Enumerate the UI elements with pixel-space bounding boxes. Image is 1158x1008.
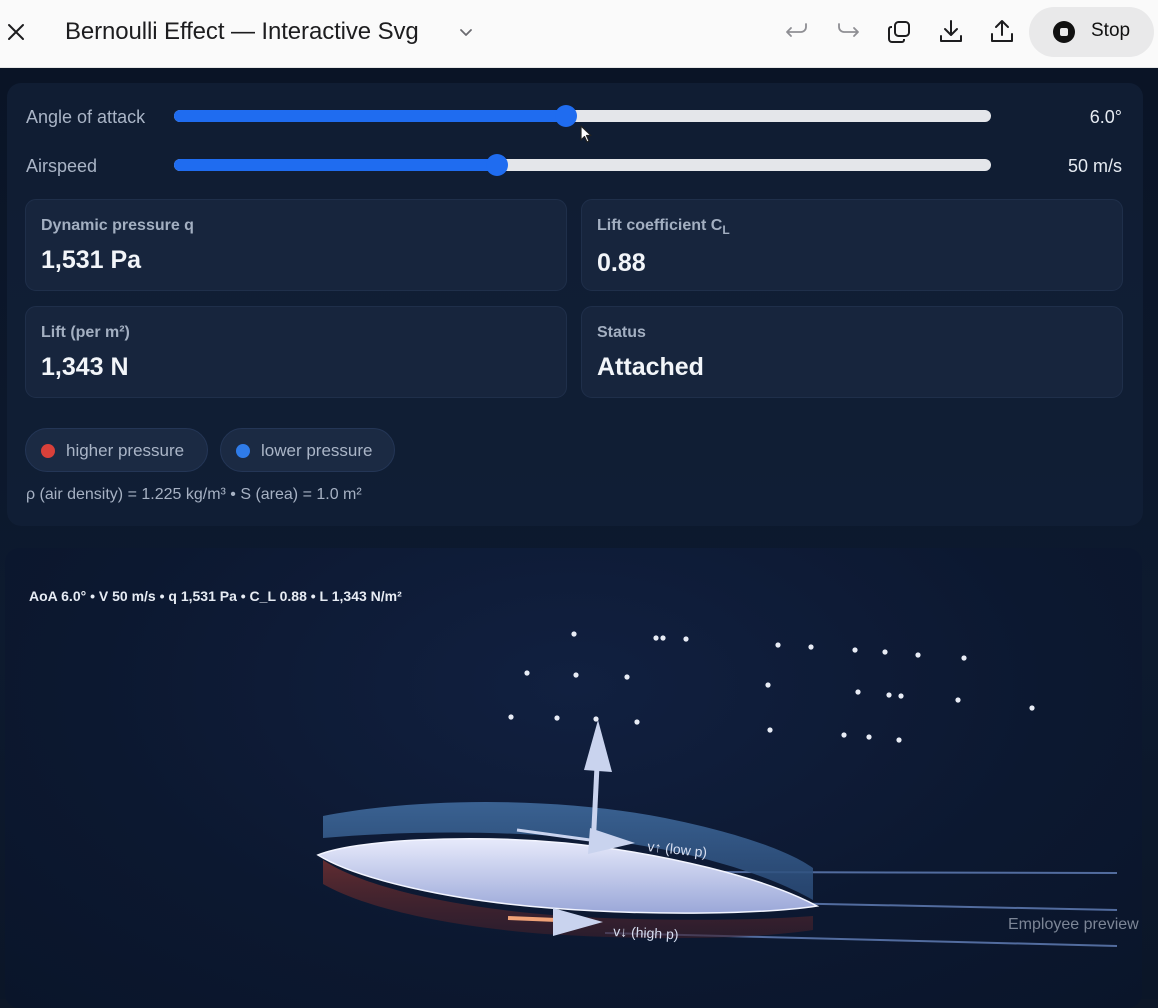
dynamic-pressure-label: Dynamic pressure q bbox=[41, 217, 194, 234]
undo-icon[interactable] bbox=[783, 18, 811, 46]
stop-button-label: Stop bbox=[1091, 20, 1131, 41]
app-area: Angle of attack 6.0° Airspeed 50 m/s Dyn… bbox=[0, 68, 1158, 1008]
airfoil-visualization: v↑ (low p) v↓ (high p) AoA 6.0° • V 50 m… bbox=[5, 548, 1142, 1008]
angle-label: Angle of attack bbox=[26, 107, 146, 127]
lower-pressure-label: lower pressure bbox=[261, 441, 373, 460]
legend-lower-pressure: lower pressure bbox=[220, 428, 395, 472]
status-card: Status Attached bbox=[581, 306, 1123, 398]
angle-slider-fill bbox=[174, 110, 567, 122]
employee-preview-watermark: Employee preview bbox=[1008, 916, 1139, 933]
lift-coefficient-label: Lift coefficient CL bbox=[597, 217, 730, 238]
lift-label: Lift (per m²) bbox=[41, 324, 130, 341]
angle-slider[interactable] bbox=[174, 105, 991, 127]
stop-icon bbox=[1053, 21, 1075, 43]
airspeed-slider-thumb[interactable] bbox=[485, 154, 508, 176]
redo-icon[interactable] bbox=[834, 18, 862, 46]
airfoil-svg: v↑ (low p) v↓ (high p) bbox=[316, 631, 1118, 947]
angle-slider-thumb[interactable] bbox=[555, 105, 578, 127]
lower-pressure-dot bbox=[236, 444, 250, 458]
flow-particles bbox=[508, 631, 1035, 743]
airspeed-slider-fill bbox=[174, 159, 497, 171]
status-value: Attached bbox=[597, 353, 704, 381]
higher-pressure-dot bbox=[41, 444, 55, 458]
lower-velocity-label: v↓ (high p) bbox=[613, 923, 679, 942]
duplicate-icon[interactable] bbox=[886, 18, 914, 46]
lift-coefficient-card: Lift coefficient CL 0.88 bbox=[581, 199, 1123, 291]
mouse-cursor-icon bbox=[580, 125, 592, 143]
dynamic-pressure-value: 1,531 Pa bbox=[41, 246, 142, 274]
lift-coefficient-value: 0.88 bbox=[597, 249, 646, 277]
stop-button[interactable]: Stop bbox=[1029, 7, 1154, 57]
document-title[interactable]: Bernoulli Effect — Interactive Svg bbox=[65, 18, 419, 46]
share-icon[interactable] bbox=[988, 18, 1016, 46]
airspeed-value: 50 m/s bbox=[1067, 156, 1122, 176]
legend-higher-pressure: higher pressure bbox=[25, 428, 208, 472]
constants-footnote: ρ (air density) = 1.225 kg/m³ • S (area)… bbox=[26, 486, 362, 503]
status-label: Status bbox=[597, 324, 646, 341]
lift-coefficient-subscript: L bbox=[722, 223, 730, 238]
lift-card: Lift (per m²) 1,343 N bbox=[25, 306, 567, 398]
close-icon[interactable] bbox=[4, 17, 28, 47]
viz-readout: AoA 6.0° • V 50 m/s • q 1,531 Pa • C_L 0… bbox=[29, 588, 402, 604]
lift-value: 1,343 N bbox=[41, 353, 129, 381]
angle-value: 6.0° bbox=[1089, 107, 1122, 127]
airspeed-label: Airspeed bbox=[26, 156, 98, 176]
dynamic-pressure-card: Dynamic pressure q 1,531 Pa bbox=[25, 199, 567, 291]
window-titlebar: Bernoulli Effect — Interactive Svg Stop bbox=[0, 0, 1158, 68]
airspeed-slider[interactable] bbox=[174, 154, 991, 176]
chevron-down-icon[interactable] bbox=[456, 22, 476, 42]
higher-pressure-label: higher pressure bbox=[66, 441, 185, 460]
download-icon[interactable] bbox=[937, 18, 965, 46]
